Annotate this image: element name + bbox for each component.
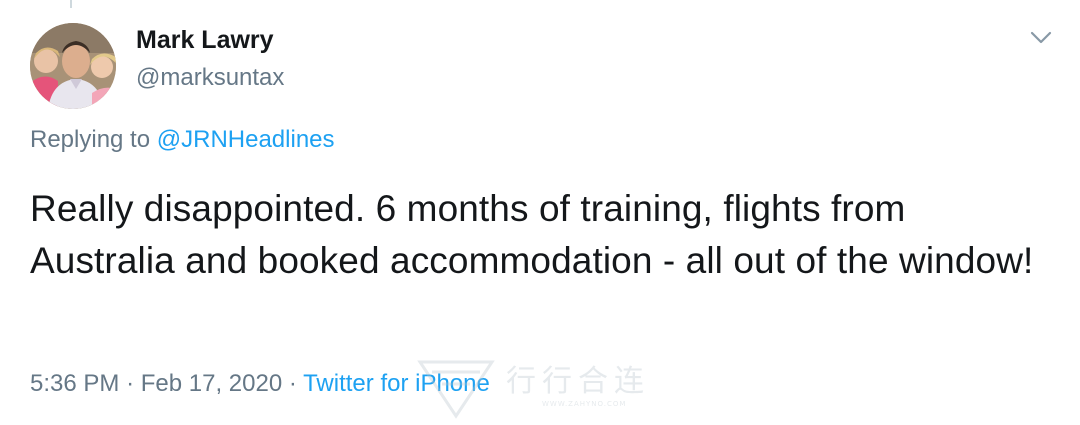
author-name[interactable]: Mark Lawry	[136, 26, 274, 55]
watermark-url: WWW.ZAHYNO.COM	[542, 400, 627, 408]
tweet-meta: 5:36 PM · Feb 17, 2020 · Twitter for iPh…	[30, 370, 490, 398]
meta-separator-1: ·	[126, 370, 135, 397]
tweet-date[interactable]: Feb 17, 2020	[141, 370, 282, 397]
tweet-menu-button[interactable]	[1026, 26, 1056, 50]
author-handle[interactable]: @marksuntax	[136, 64, 284, 92]
thread-connector-line	[70, 0, 72, 8]
replying-to-mention[interactable]: @JRNHeadlines	[157, 126, 335, 153]
tweet-source-link[interactable]: Twitter for iPhone	[303, 370, 490, 397]
meta-separator-2: ·	[288, 370, 297, 397]
replying-to: Replying to @JRNHeadlines	[30, 126, 335, 154]
watermark-text: 行行合连	[506, 364, 650, 399]
tweet-text: Really disappointed. 6 months of trainin…	[30, 188, 1034, 281]
avatar[interactable]	[30, 23, 116, 109]
replying-to-label: Replying to	[30, 126, 157, 153]
tweet-time[interactable]: 5:36 PM	[30, 370, 119, 397]
chevron-down-icon	[1030, 31, 1052, 44]
avatar-photo	[30, 23, 116, 109]
